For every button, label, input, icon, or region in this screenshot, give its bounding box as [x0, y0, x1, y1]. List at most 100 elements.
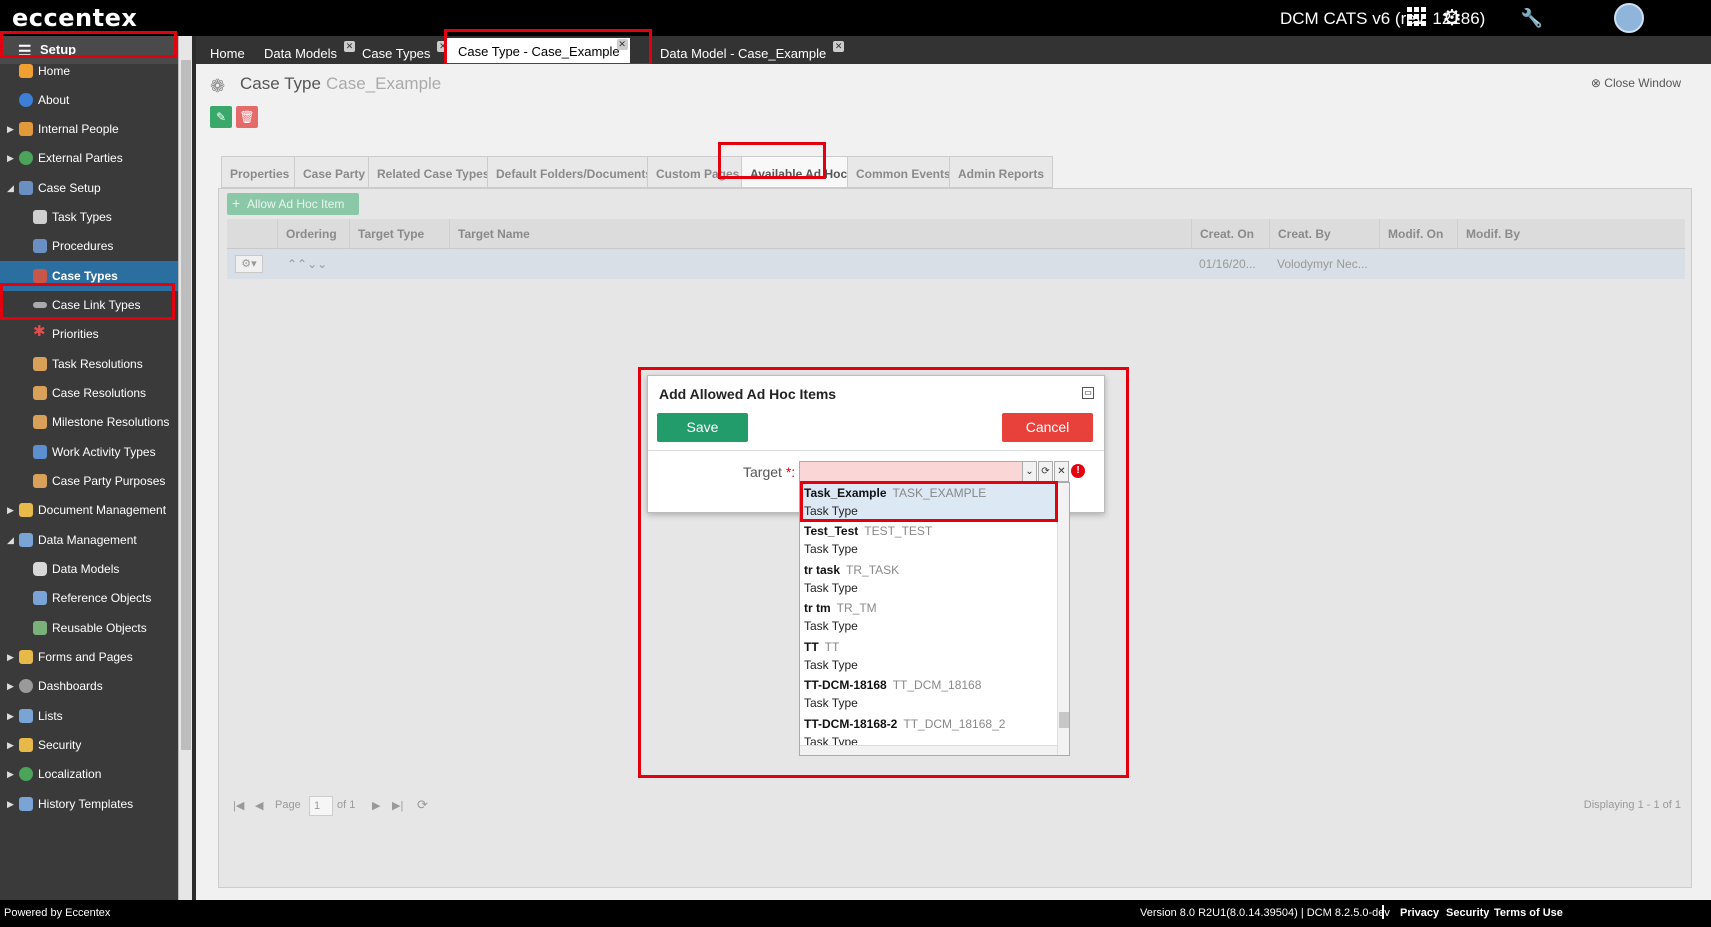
- tab-data-model-case-example[interactable]: Data Model - Case_Example ✕: [648, 40, 845, 64]
- minimize-icon[interactable]: ▭: [1082, 387, 1094, 399]
- sidebar-item-external-parties[interactable]: ▶ External Parties: [0, 143, 178, 173]
- sidebar-item-case-types[interactable]: Case Types: [0, 261, 178, 291]
- cancel-button[interactable]: Cancel: [1002, 413, 1093, 442]
- clear-icon[interactable]: ✕: [1054, 461, 1069, 482]
- column-ordering[interactable]: Ordering: [277, 219, 349, 249]
- refresh-icon[interactable]: ⟳: [1038, 461, 1053, 482]
- sidebar-item-lists[interactable]: ▶ Lists: [0, 701, 178, 731]
- save-button[interactable]: Save: [657, 413, 748, 442]
- scrollbar-thumb[interactable]: [181, 60, 191, 750]
- sidebar-item-milestone-resolutions[interactable]: Milestone Resolutions: [0, 407, 178, 437]
- divider: [1382, 905, 1384, 919]
- expand-arrow-icon[interactable]: ▶: [7, 730, 14, 760]
- list-item[interactable]: tr tm TR_TM Task Type: [800, 598, 1057, 636]
- collapse-arrow-icon[interactable]: ◢: [7, 525, 14, 555]
- tab-case-type-case-example[interactable]: Case Type - Case_Example ✕: [446, 38, 630, 64]
- table-row[interactable]: ⚙▾ ⌃⌃⌄⌄ 01/16/20... Volodymyr Nec...: [227, 249, 1685, 279]
- refresh-icon[interactable]: ⟳: [417, 797, 428, 813]
- sidebar-item-data-management[interactable]: ◢ Data Management: [0, 525, 178, 555]
- row-actions-gear-icon[interactable]: ⚙▾: [235, 255, 263, 273]
- close-icon[interactable]: ✕: [616, 39, 628, 50]
- allow-ad-hoc-item-button[interactable]: + Allow Ad Hoc Item: [227, 193, 359, 215]
- sidebar-item-dashboards[interactable]: ▶ Dashboards: [0, 671, 178, 701]
- sidebar-item-security[interactable]: ▶ Security: [0, 730, 178, 760]
- tab-home[interactable]: Home: [198, 40, 255, 64]
- expand-arrow-icon[interactable]: ▶: [7, 495, 14, 525]
- first-page-icon[interactable]: |◀: [233, 799, 244, 812]
- sidebar-scrollbar[interactable]: [178, 36, 192, 900]
- list-item[interactable]: Task_Example TASK_EXAMPLE Task Type: [800, 483, 1057, 521]
- expand-arrow-icon[interactable]: ▶: [7, 143, 14, 173]
- sidebar-item-forms-and-pages[interactable]: ▶ Forms and Pages: [0, 642, 178, 672]
- people-icon: [19, 122, 33, 136]
- ordering-arrows[interactable]: ⌃⌃⌄⌄: [287, 249, 327, 279]
- dropdown-horizontal-scrollbar[interactable]: [800, 745, 1057, 755]
- tab-custom-pages[interactable]: Custom Pages: [647, 156, 749, 188]
- expand-arrow-icon[interactable]: ▶: [7, 701, 14, 731]
- scrollbar-thumb[interactable]: [1059, 712, 1069, 728]
- sidebar-item-work-activity-types[interactable]: Work Activity Types: [0, 437, 178, 467]
- expand-arrow-icon[interactable]: ▶: [7, 759, 14, 789]
- sidebar-item-reference-objects[interactable]: Reference Objects: [0, 583, 178, 613]
- tab-available-ad-hoc[interactable]: Available Ad Hoc: [741, 156, 857, 188]
- column-target-type[interactable]: Target Type: [349, 219, 449, 249]
- list-item[interactable]: TT-DCM-18168 TT_DCM_18168 Task Type: [800, 675, 1057, 713]
- sidebar-item-case-link-types[interactable]: Case Link Types: [0, 290, 178, 320]
- tab-related-case-types[interactable]: Related Case Types: [368, 156, 499, 188]
- tab-default-folders[interactable]: Default Folders/Documents: [487, 156, 662, 188]
- list-item[interactable]: Test_Test TEST_TEST Task Type: [800, 521, 1057, 559]
- dropdown-scrollbar[interactable]: [1057, 483, 1069, 755]
- edit-button[interactable]: ✎: [210, 106, 232, 128]
- gear-icon[interactable]: ⚙: [1440, 6, 1464, 30]
- expand-arrow-icon[interactable]: ▶: [7, 114, 14, 144]
- tab-common-events[interactable]: Common Events: [847, 156, 960, 188]
- sidebar-item-localization[interactable]: ▶ Localization: [0, 759, 178, 789]
- sidebar-item-reusable-objects[interactable]: Reusable Objects: [0, 613, 178, 643]
- sidebar-item-priorities[interactable]: ✱ Priorities: [0, 319, 178, 349]
- next-page-icon[interactable]: ▶: [372, 799, 380, 812]
- target-combobox[interactable]: [799, 461, 1037, 482]
- sidebar-item-home[interactable]: Home: [0, 56, 178, 86]
- expand-arrow-icon[interactable]: ▶: [7, 642, 14, 672]
- sidebar-item-case-party-purposes[interactable]: Case Party Purposes: [0, 466, 178, 496]
- tab-case-party[interactable]: Case Party: [294, 156, 375, 188]
- target-label: Target *:: [743, 464, 796, 480]
- tab-admin-reports[interactable]: Admin Reports: [949, 156, 1054, 188]
- sidebar-item-task-types[interactable]: Task Types: [0, 202, 178, 232]
- list-item[interactable]: TT TT Task Type: [800, 637, 1057, 675]
- list-item[interactable]: tr task TR_TASK Task Type: [800, 560, 1057, 598]
- sidebar-item-case-setup[interactable]: ◢ Case Setup: [0, 173, 178, 203]
- close-icon[interactable]: ✕: [833, 41, 845, 52]
- wrench-icon[interactable]: 🔧: [1520, 6, 1544, 30]
- sidebar-item-case-resolutions[interactable]: Case Resolutions: [0, 378, 178, 408]
- sidebar-item-internal-people[interactable]: ▶ Internal People: [0, 114, 178, 144]
- expand-arrow-icon[interactable]: ▶: [7, 671, 14, 701]
- sidebar-item-document-management[interactable]: ▶ Document Management: [0, 495, 178, 525]
- security-link[interactable]: Security: [1446, 907, 1489, 919]
- tab-properties[interactable]: Properties: [221, 156, 299, 188]
- terms-of-use-link[interactable]: Terms of Use: [1494, 907, 1563, 919]
- sidebar-item-history-templates[interactable]: ▶ History Templates: [0, 789, 178, 819]
- prev-page-icon[interactable]: ◀: [255, 799, 263, 812]
- delete-button[interactable]: 🗑: [236, 106, 258, 128]
- column-created-on[interactable]: Creat. On: [1191, 219, 1269, 249]
- tab-case-types[interactable]: Case Types ✕: [350, 40, 449, 64]
- close-window-link[interactable]: ⊗ Close Window: [1591, 76, 1681, 90]
- chevron-down-icon[interactable]: ⌄: [1022, 461, 1037, 482]
- column-created-by[interactable]: Creat. By: [1269, 219, 1379, 249]
- avatar[interactable]: [1614, 3, 1644, 33]
- page-number-input[interactable]: 1: [309, 796, 333, 816]
- collapse-arrow-icon[interactable]: ◢: [7, 173, 14, 203]
- grid-icon[interactable]: [1404, 6, 1428, 30]
- tab-data-models[interactable]: Data Models ✕: [252, 40, 355, 64]
- column-modified-on[interactable]: Modif. On: [1379, 219, 1457, 249]
- sidebar-item-procedures[interactable]: Procedures: [0, 231, 178, 261]
- privacy-link[interactable]: Privacy: [1400, 907, 1439, 919]
- sidebar-item-task-resolutions[interactable]: Task Resolutions: [0, 349, 178, 379]
- column-target-name[interactable]: Target Name: [449, 219, 1191, 249]
- sidebar-item-about[interactable]: About: [0, 85, 178, 115]
- sidebar-item-data-models[interactable]: Data Models: [0, 554, 178, 584]
- expand-arrow-icon[interactable]: ▶: [7, 789, 14, 819]
- last-page-icon[interactable]: ▶|: [392, 799, 403, 812]
- column-modified-by[interactable]: Modif. By: [1457, 219, 1567, 249]
